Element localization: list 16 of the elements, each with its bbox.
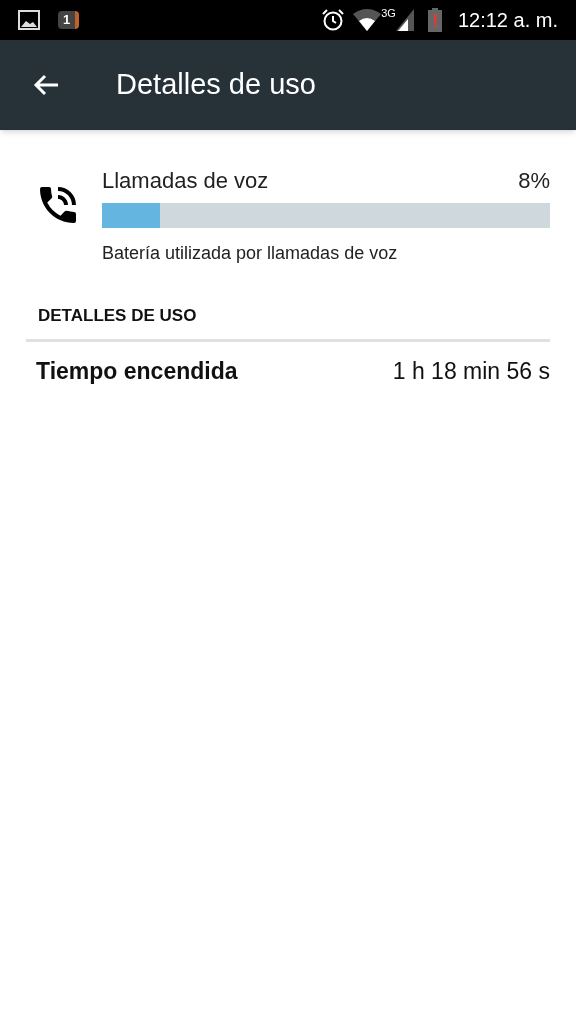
usage-title: Llamadas de voz — [102, 167, 269, 195]
section-header: DETALLES DE USO — [37, 305, 198, 327]
wifi-icon — [353, 9, 382, 31]
clock-time: 12:12 a. m. — [457, 8, 558, 33]
image-icon — [18, 10, 40, 30]
network-type: 3G — [381, 6, 396, 21]
detail-value: 1 h 18 min 56 s — [392, 356, 550, 386]
usage-summary: Batería utilizada por llamadas de voz — [102, 242, 399, 265]
battery-icon — [427, 8, 442, 32]
detail-label: Tiempo encendida — [36, 356, 238, 386]
signal-icon — [395, 9, 414, 31]
alarm-icon — [321, 8, 346, 32]
notification-badge: 1 — [58, 11, 80, 29]
screen-title: Detalles de uso — [116, 67, 316, 103]
usage-percent: 8% — [518, 167, 550, 195]
back-arrow-icon — [32, 73, 60, 97]
